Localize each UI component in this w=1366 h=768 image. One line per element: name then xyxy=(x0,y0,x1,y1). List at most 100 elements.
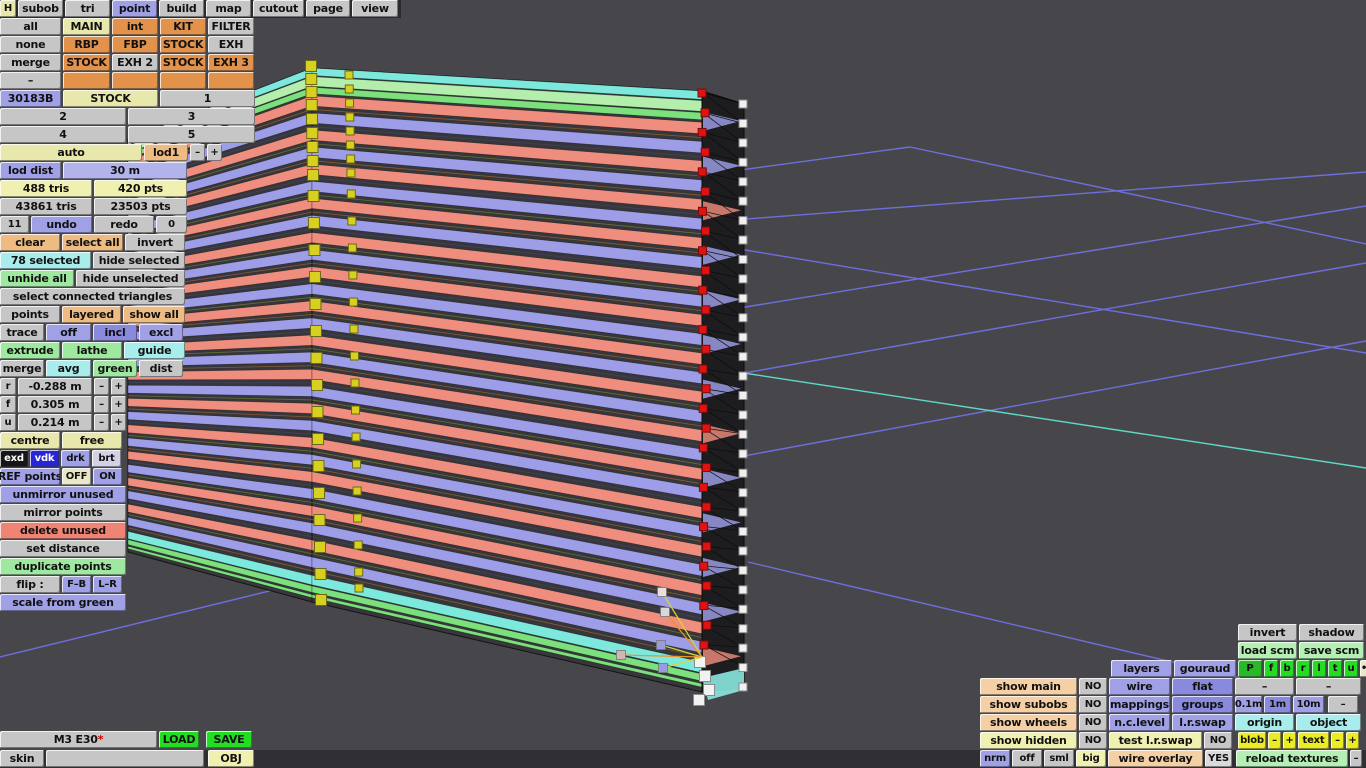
btn-show-main[interactable]: show main xyxy=(980,678,1077,695)
btn-show-wheels[interactable]: show wheels xyxy=(980,714,1077,731)
page-2-button[interactable]: 2 xyxy=(0,108,126,125)
blob-minus-button[interactable]: – xyxy=(1268,732,1281,749)
layer-u-button[interactable]: u xyxy=(1344,660,1358,677)
obj-button[interactable]: OBJ xyxy=(208,750,254,767)
text-minus-button[interactable]: – xyxy=(1331,732,1344,749)
tab-build[interactable]: build xyxy=(159,0,204,17)
page-4-button[interactable]: 4 xyxy=(0,126,126,143)
r-plus-button[interactable]: + xyxy=(111,378,126,395)
btn-kit[interactable]: KIT xyxy=(160,18,206,35)
btn-wire-overlay[interactable]: wire overlay xyxy=(1108,750,1203,767)
btn-sml[interactable]: sml xyxy=(1044,750,1074,767)
btn-exd[interactable]: exd xyxy=(0,450,28,467)
layer-b-button[interactable]: b xyxy=(1280,660,1294,677)
btn-layered[interactable]: layered xyxy=(62,306,121,323)
btn-rbp[interactable]: RBP xyxy=(63,36,110,53)
test-lr-swap-toggle[interactable]: NO xyxy=(1204,732,1232,749)
f-minus-button[interactable]: – xyxy=(94,396,109,413)
btn-select-connected-triangles[interactable]: select connected triangles xyxy=(0,288,185,305)
btn-lod-dist[interactable]: lod dist xyxy=(0,162,61,179)
tab-tri[interactable]: tri xyxy=(65,0,110,17)
btn-vdk[interactable]: vdk xyxy=(30,450,59,467)
f-plus-button[interactable]: + xyxy=(111,396,126,413)
btn-trace[interactable]: trace xyxy=(0,324,44,341)
btn-clear[interactable]: clear xyxy=(0,234,60,251)
btn-hide-selected[interactable]: hide selected xyxy=(93,252,185,269)
btn-ref-points[interactable]: REF points xyxy=(0,468,60,485)
btn-n-c-level[interactable]: n.c.level xyxy=(1109,714,1170,731)
btn-origin[interactable]: origin xyxy=(1235,714,1294,731)
axis-u-label[interactable]: u xyxy=(0,414,16,431)
btn-off[interactable]: OFF xyxy=(62,468,91,485)
btn-lathe[interactable]: lathe xyxy=(62,342,122,359)
btn-save-scm[interactable]: save scm xyxy=(1299,642,1364,659)
btn-exh-2[interactable]: EXH 2 xyxy=(112,54,158,71)
btn-test-l-r-swap[interactable]: test l.r.swap xyxy=(1109,732,1202,749)
save-button[interactable]: SAVE xyxy=(206,731,252,748)
btn-brt[interactable]: brt xyxy=(92,450,121,467)
btn-l-r[interactable]: L–R xyxy=(93,576,122,593)
btn-flat[interactable]: flat xyxy=(1172,678,1233,695)
btn-free[interactable]: free xyxy=(62,432,122,449)
btn-filter[interactable]: FILTER xyxy=(208,18,254,35)
btn-invert[interactable]: invert xyxy=(1238,624,1297,641)
btn-mirror-points[interactable]: mirror points xyxy=(0,504,126,521)
btn-off[interactable]: off xyxy=(1012,750,1042,767)
btn-guide[interactable]: guide xyxy=(124,342,185,359)
btn-10m[interactable]: 10m xyxy=(1293,696,1324,713)
btn-int[interactable]: int xyxy=(112,18,158,35)
lod-minus-button[interactable]: – xyxy=(190,144,205,161)
empty-slot[interactable] xyxy=(208,72,254,89)
blank-button[interactable]: – xyxy=(1235,678,1294,695)
btn-green[interactable]: green xyxy=(93,360,137,377)
page-5-button[interactable]: 5 xyxy=(128,126,255,143)
page-1-button[interactable]: 1 xyxy=(160,90,255,107)
btn-scale-from-green[interactable]: scale from green xyxy=(0,594,126,611)
btn-none[interactable]: none xyxy=(0,36,61,53)
tab-subob[interactable]: subob xyxy=(18,0,63,17)
btn-show-all[interactable]: show all xyxy=(123,306,185,323)
layer-t-button[interactable]: t xyxy=(1328,660,1342,677)
btn-0-1m[interactable]: 0.1m xyxy=(1235,696,1262,713)
btn-excl[interactable]: excl xyxy=(139,324,183,341)
btn-invert[interactable]: invert xyxy=(125,234,185,251)
btn-1m[interactable]: 1m xyxy=(1264,696,1291,713)
empty-slot[interactable] xyxy=(112,72,158,89)
btn-auto[interactable]: auto xyxy=(0,144,142,161)
btn-l-r-swap[interactable]: l.r.swap xyxy=(1172,714,1233,731)
btn-blob[interactable]: blob xyxy=(1238,732,1266,749)
btn-select-all[interactable]: select all xyxy=(62,234,123,251)
btn-hide-unselected[interactable]: hide unselected xyxy=(76,270,185,287)
layer-P-button[interactable]: P xyxy=(1238,660,1262,677)
show-wheels-toggle[interactable]: NO xyxy=(1079,714,1107,731)
btn-unmirror-unused[interactable]: unmirror unused xyxy=(0,486,126,503)
blob-plus-button[interactable]: + xyxy=(1283,732,1296,749)
btn-merge[interactable]: merge xyxy=(0,54,61,71)
btn-main[interactable]: MAIN xyxy=(63,18,110,35)
tab-page[interactable]: page xyxy=(306,0,350,17)
lod-plus-button[interactable]: + xyxy=(207,144,222,161)
tab-point-active[interactable]: point xyxy=(112,0,157,17)
tab-view[interactable]: view xyxy=(352,0,398,17)
btn-all[interactable]: all xyxy=(0,18,61,35)
layer-l-button[interactable]: l xyxy=(1312,660,1326,677)
btn-exh-3[interactable]: EXH 3 xyxy=(208,54,254,71)
minus-slot-button[interactable]: – xyxy=(0,72,61,89)
btn-mappings[interactable]: mappings xyxy=(1109,696,1170,713)
btn-extrude[interactable]: extrude xyxy=(0,342,60,359)
wire-overlay-toggle[interactable]: YES xyxy=(1205,750,1232,767)
btn-reload-textures[interactable]: reload textures xyxy=(1236,750,1348,767)
btn-load-scm[interactable]: load scm xyxy=(1238,642,1297,659)
btn-redo[interactable]: redo xyxy=(94,216,154,233)
btn-flip[interactable]: flip : xyxy=(0,576,60,593)
btn-merge[interactable]: merge xyxy=(0,360,44,377)
btn-lod1[interactable]: lod1 xyxy=(144,144,188,161)
btn-wire[interactable]: wire xyxy=(1109,678,1170,695)
btn-groups[interactable]: groups xyxy=(1172,696,1233,713)
page-3-button[interactable]: 3 xyxy=(128,108,255,125)
text-plus-button[interactable]: + xyxy=(1346,732,1359,749)
btn-incl[interactable]: incl xyxy=(93,324,137,341)
btn-points[interactable]: points xyxy=(0,306,60,323)
btn-skin[interactable]: skin xyxy=(0,750,44,767)
btn-show-subobs[interactable]: show subobs xyxy=(980,696,1077,713)
